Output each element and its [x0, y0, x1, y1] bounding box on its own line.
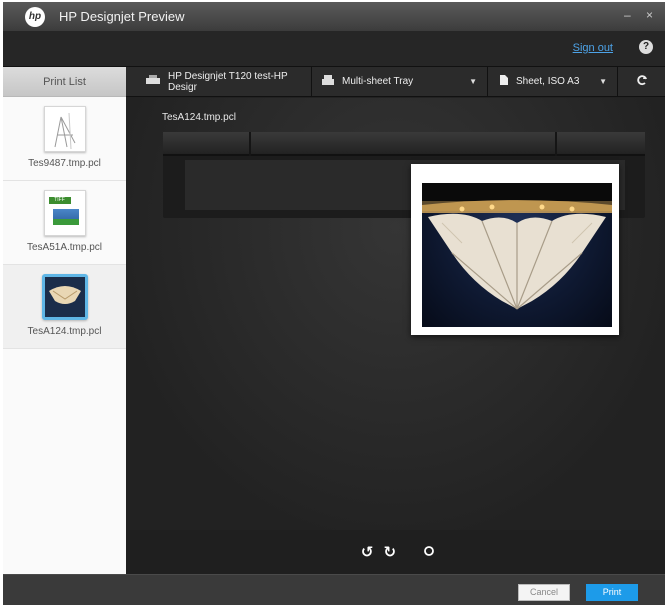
print-button[interactable]: Print [586, 584, 638, 601]
preview-photo [422, 183, 612, 327]
cancel-button[interactable]: Cancel [518, 584, 570, 601]
tiff-thumbnail: TIFF [43, 190, 86, 236]
print-list-header: Print List [3, 67, 126, 97]
sign-out-link[interactable]: Sign out [573, 42, 613, 54]
footer-bar: Cancel Print [3, 574, 665, 605]
chevron-down-icon: ▼ [599, 77, 607, 86]
file-name: Tes9487.tmp.pcl [28, 158, 101, 169]
print-list-item[interactable]: TesA124.tmp.pcl [3, 265, 126, 349]
sketch-thumbnail [43, 106, 86, 152]
paper-label: Sheet, ISO A3 [516, 76, 580, 87]
title-bar: hp HP Designjet Preview – × [3, 2, 665, 31]
tray-dropdown[interactable]: Multi-sheet Tray ▼ [312, 67, 488, 96]
document-name: TesA124.tmp.pcl [162, 112, 236, 123]
tiff-badge: TIFF [48, 197, 71, 204]
help-icon[interactable]: ? [639, 40, 653, 54]
tray-icon [322, 75, 334, 88]
hp-logo-icon: hp [25, 6, 45, 27]
printer-icon [146, 75, 160, 88]
paper-preview [411, 164, 619, 335]
app-title: HP Designjet Preview [59, 9, 185, 24]
window-controls[interactable]: – × [624, 8, 659, 22]
photo-thumbnail [41, 274, 88, 320]
account-bar: Sign out ? [3, 31, 665, 67]
rotate-left-icon[interactable]: ↺ [361, 543, 374, 561]
zoom-icon[interactable] [423, 544, 435, 560]
tray-label: Multi-sheet Tray [342, 76, 414, 87]
printer-toolbar: HP Designjet T120 test-HP Desigr Multi-s… [126, 67, 665, 97]
sheet-icon [500, 75, 508, 88]
printer-selector[interactable]: HP Designjet T120 test-HP Desigr [126, 67, 312, 96]
refresh-icon [636, 74, 648, 89]
view-controls-bar: ↺ ↻ [126, 530, 665, 574]
refresh-button[interactable] [618, 67, 665, 96]
file-name: TesA51A.tmp.pcl [26, 242, 103, 253]
preview-area: TesA124.tmp.pcl [126, 98, 665, 530]
paper-dropdown[interactable]: Sheet, ISO A3 ▼ [488, 67, 618, 96]
rotate-right-icon[interactable]: ↻ [384, 543, 397, 561]
print-list-item[interactable]: Tes9487.tmp.pcl [3, 97, 126, 181]
app-window: hp HP Designjet Preview – × Sign out ? P… [3, 2, 665, 605]
print-list-sidebar: Print List Tes9487.tmp.pcl TIFF TesA51A.… [3, 67, 126, 574]
chevron-down-icon: ▼ [469, 77, 477, 86]
printer-name: HP Designjet T120 test-HP Desigr [168, 70, 288, 93]
file-name: TesA124.tmp.pcl [27, 326, 102, 337]
print-list-item[interactable]: TIFF TesA51A.tmp.pcl [3, 181, 126, 265]
